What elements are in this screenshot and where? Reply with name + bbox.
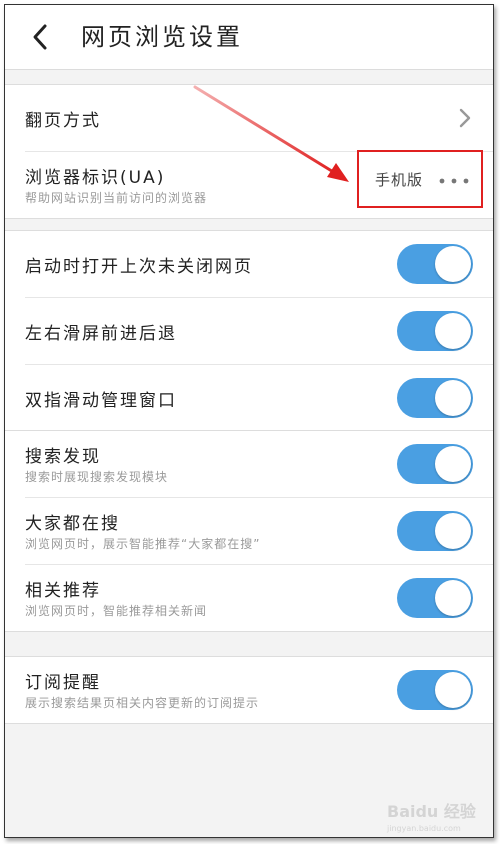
section-gestures: 启动时打开上次未关闭网页 左右滑屏前进后退 双指滑动管理窗口	[5, 230, 493, 432]
svg-text:jingyan.baidu.com: jingyan.baidu.com	[386, 824, 461, 833]
toggle-knob	[435, 446, 471, 482]
page-title: 网页浏览设置	[81, 23, 243, 51]
toggle-knob	[435, 513, 471, 549]
related-toggle[interactable]	[397, 578, 473, 618]
toggle-knob	[435, 672, 471, 708]
related-description: 浏览网页时，智能推荐相关新闻	[25, 604, 208, 618]
search-discovery-label: 搜索发现	[25, 447, 101, 467]
phone-screen: 网页浏览设置 翻页方式 浏览器标识(UA) 帮助网站识别当前访问的浏览器 启动时…	[4, 4, 494, 838]
two-finger-label: 双指滑动管理窗口	[25, 391, 177, 411]
toggle-knob	[435, 313, 471, 349]
svg-text:Baidu 经验: Baidu 经验	[387, 802, 477, 821]
ua-value: 手机版	[375, 171, 424, 189]
two-finger-toggle[interactable]	[397, 378, 473, 418]
toggle-row: 左右滑屏前进后退	[25, 298, 493, 365]
ua-description: 帮助网站识别当前访问的浏览器	[25, 191, 208, 205]
section-discovery: 搜索发现 搜索时展现搜索发现模块 大家都在搜 浏览网页时，展示智能推荐“大家都在…	[5, 430, 493, 632]
swipe-nav-label: 左右滑屏前进后退	[25, 324, 177, 344]
chevron-right-icon	[459, 108, 471, 128]
page-turn-label: 翻页方式	[25, 111, 101, 131]
search-discovery-toggle[interactable]	[397, 444, 473, 484]
ua-label: 浏览器标识(UA)	[25, 168, 166, 188]
swipe-nav-toggle[interactable]	[397, 311, 473, 351]
restore-tabs-label: 启动时打开上次未关闭网页	[25, 257, 253, 277]
title-bar: 网页浏览设置	[5, 5, 493, 70]
trending-toggle[interactable]	[397, 511, 473, 551]
toggle-row: 订阅提醒 展示搜索结果页相关内容更新的订阅提示	[25, 657, 493, 723]
subscription-description: 展示搜索结果页相关内容更新的订阅提示	[25, 696, 260, 710]
baidu-watermark-icon: Baidu 经验 jingyan.baidu.com	[386, 802, 477, 833]
toggle-row: 启动时打开上次未关闭网页	[25, 231, 493, 298]
more-dots-icon	[439, 178, 469, 184]
toggle-knob	[435, 246, 471, 282]
toggle-knob	[435, 380, 471, 416]
toggle-knob	[435, 580, 471, 616]
search-discovery-description: 搜索时展现搜索发现模块	[25, 470, 169, 484]
trending-description: 浏览网页时，展示智能推荐“大家都在搜”	[25, 537, 261, 551]
toggle-row: 大家都在搜 浏览网页时，展示智能推荐“大家都在搜”	[25, 498, 493, 565]
back-arrow-icon	[33, 24, 47, 50]
back-button[interactable]	[23, 19, 59, 55]
ua-value-highlight[interactable]: 手机版	[357, 150, 483, 208]
subscription-toggle[interactable]	[397, 670, 473, 710]
toggle-row: 相关推荐 浏览网页时，智能推荐相关新闻	[25, 565, 493, 631]
section-subscription: 订阅提醒 展示搜索结果页相关内容更新的订阅提示	[5, 656, 493, 724]
subscription-label: 订阅提醒	[25, 673, 101, 693]
page-turn-row[interactable]: 翻页方式	[25, 85, 493, 152]
toggle-row: 双指滑动管理窗口	[25, 365, 493, 431]
restore-tabs-toggle[interactable]	[397, 244, 473, 284]
toggle-row: 搜索发现 搜索时展现搜索发现模块	[25, 431, 493, 498]
trending-label: 大家都在搜	[25, 514, 120, 534]
related-label: 相关推荐	[25, 581, 101, 601]
